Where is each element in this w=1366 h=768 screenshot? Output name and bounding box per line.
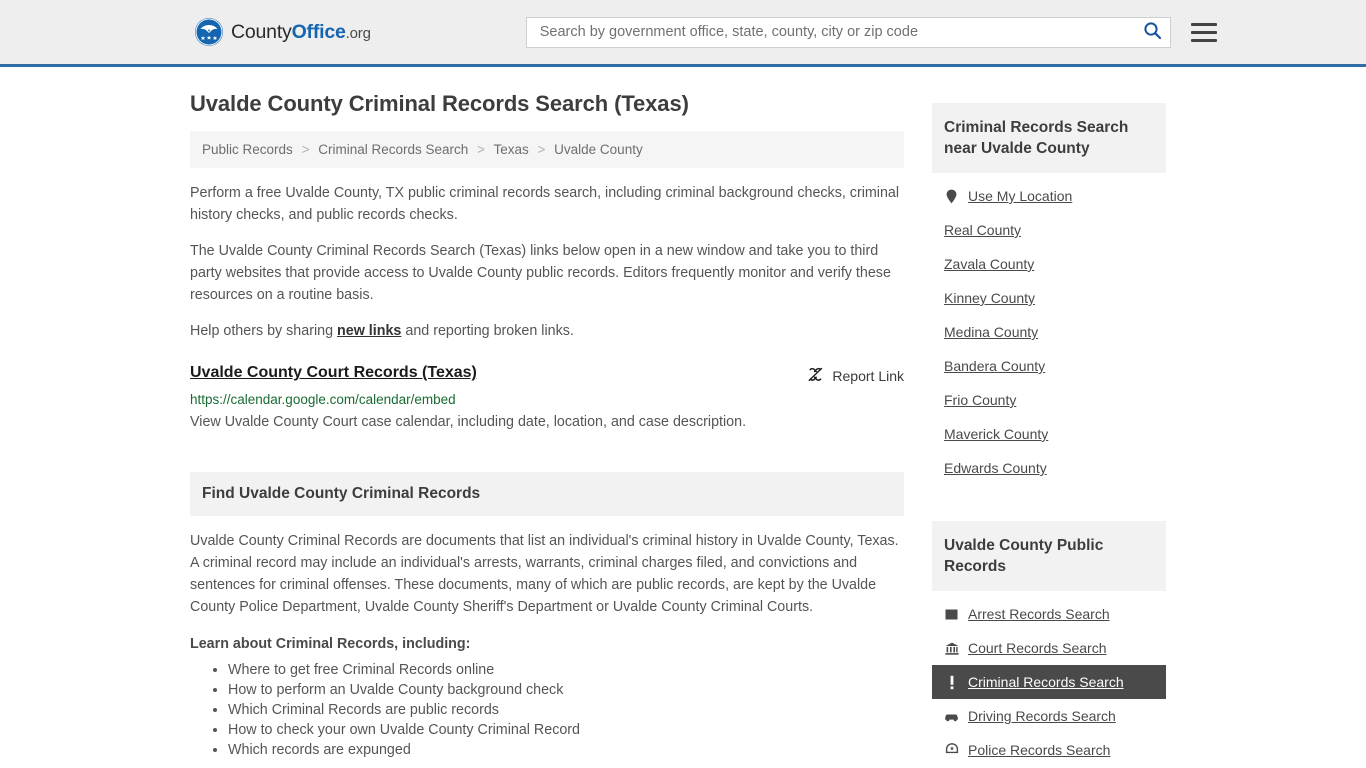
hamburger-bar [1190,22,1217,26]
list-item: How to check your own Uvalde County Crim… [228,720,904,740]
list-item: Which Criminal Records are public record… [228,700,904,720]
sidebar-item-county[interactable]: Kinney County [932,281,1166,315]
broken-link-icon [807,366,824,386]
breadcrumb-item-texas[interactable]: Texas [493,142,528,157]
hamburger-menu-icon[interactable] [1190,22,1217,42]
list-item: Where to get free Criminal Records onlin… [228,660,904,680]
report-link-label: Report Link [832,368,904,384]
share-text-before: Help others by sharing [190,323,338,339]
brand-part-org: .org [345,24,371,42]
criminal-records-link[interactable]: Criminal Records Search [968,674,1124,690]
report-link-button[interactable]: Report Link [807,364,904,386]
learn-heading: Learn about Criminal Records, including: [190,636,471,652]
site-header: CountyOffice.org [0,0,1366,67]
county-link[interactable]: Real County [944,222,1021,238]
sidebar-public-records-list: Arrest Records Search Court Records Sear… [932,591,1166,767]
county-link[interactable]: Medina County [944,324,1038,340]
new-links-link[interactable]: new links [337,323,401,339]
car-icon [944,711,959,722]
sidebar-item-county[interactable]: Bandera County [932,349,1166,383]
main-content: Uvalde County Criminal Records Search (T… [190,67,904,767]
sidebar-item-county[interactable]: Zavala County [932,247,1166,281]
county-link[interactable]: Kinney County [944,290,1035,306]
police-records-link[interactable]: Police Records Search [968,742,1110,758]
county-link[interactable]: Maverick County [944,426,1048,442]
section-body: Uvalde County Criminal Records are docum… [190,516,904,760]
sidebar-item-arrest-records-search[interactable]: Arrest Records Search [932,597,1166,631]
exclamation-icon [944,675,959,690]
sidebar-item-county[interactable]: Medina County [932,315,1166,349]
county-link[interactable]: Bandera County [944,358,1045,374]
breadcrumb-separator: > [537,142,546,157]
list-item: Which records are expunged [228,740,904,760]
result-url: https://calendar.google.com/calendar/emb… [190,392,456,407]
use-my-location-link[interactable]: Use My Location [968,188,1072,204]
map-pin-icon [944,189,959,204]
sidebar-item-county[interactable]: Maverick County [932,417,1166,451]
brand-part-office: Office [291,20,346,43]
breadcrumb-separator: > [301,142,310,157]
sidebar-heading-nearby: Criminal Records Search near Uvalde Coun… [932,103,1166,173]
result-header-row: Uvalde County Court Records (Texas) Repo… [190,364,904,386]
search-button[interactable] [1143,21,1162,43]
fingerprint-card-icon [944,608,959,621]
hamburger-bar [1190,38,1217,42]
intro-paragraph-3: Help others by sharing new links and rep… [190,320,904,342]
breadcrumb-item-uvalde-county[interactable]: Uvalde County [554,142,643,157]
share-text-after: and reporting broken links. [401,323,574,339]
eagle-seal-logo-icon [194,17,224,47]
breadcrumb: Public Records > Criminal Records Search… [190,131,904,168]
breadcrumb-item-public-records[interactable]: Public Records [202,142,293,157]
county-link[interactable]: Zavala County [944,256,1034,272]
site-logo[interactable]: CountyOffice.org [194,17,371,47]
sidebar-item-county[interactable]: Edwards County [932,451,1166,485]
intro-paragraph-2: The Uvalde County Criminal Records Searc… [190,243,891,303]
list-item: How to perform an Uvalde County backgrou… [228,680,904,700]
sidebar-item-court-records-search[interactable]: Court Records Search [932,631,1166,665]
breadcrumb-item-criminal-records-search[interactable]: Criminal Records Search [318,142,468,157]
learn-list: Where to get free Criminal Records onlin… [190,660,904,760]
site-logo-text: CountyOffice.org [231,21,371,44]
section-paragraph: Uvalde County Criminal Records are docum… [190,533,899,615]
driving-records-link[interactable]: Driving Records Search [968,708,1116,724]
breadcrumb-separator: > [477,142,485,157]
search-icon [1143,21,1162,43]
arrest-records-link[interactable]: Arrest Records Search [968,606,1110,622]
sidebar-item-criminal-records-search[interactable]: Criminal Records Search [932,665,1166,699]
page-container: Uvalde County Criminal Records Search (T… [0,67,1366,767]
county-link[interactable]: Edwards County [944,460,1047,476]
sidebar-nearby-list: Use My Location Real County Zavala Count… [932,173,1166,485]
result-item: Uvalde County Court Records (Texas) Repo… [190,364,904,432]
sidebar-item-county[interactable]: Real County [932,213,1166,247]
sidebar-heading-public-records: Uvalde County Public Records [932,521,1166,591]
county-link[interactable]: Frio County [944,392,1016,408]
sidebar: Criminal Records Search near Uvalde Coun… [932,67,1166,767]
search-box[interactable] [525,16,1171,48]
section-heading-find-records: Find Uvalde County Criminal Records [190,472,904,516]
sidebar-item-county[interactable]: Frio County [932,383,1166,417]
page-title: Uvalde County Criminal Records Search (T… [190,91,689,116]
intro-paragraph-1: Perform a free Uvalde County, TX public … [190,185,900,223]
hamburger-bar [1190,30,1217,34]
brand-part-county: County [231,20,292,43]
result-title-link[interactable]: Uvalde County Court Records (Texas) [190,364,477,382]
sidebar-public-records-group: Uvalde County Public Records Arrest Reco… [932,521,1166,767]
police-badge-icon [944,743,959,757]
search-input[interactable] [537,23,1139,41]
sidebar-item-driving-records-search[interactable]: Driving Records Search [932,699,1166,733]
court-records-link[interactable]: Court Records Search [968,640,1107,656]
header-search-area [525,16,1217,48]
sidebar-item-police-records-search[interactable]: Police Records Search [932,733,1166,767]
courthouse-icon [944,642,959,655]
sidebar-item-use-my-location[interactable]: Use My Location [932,179,1166,213]
result-description: View Uvalde County Court case calendar, … [190,414,747,430]
